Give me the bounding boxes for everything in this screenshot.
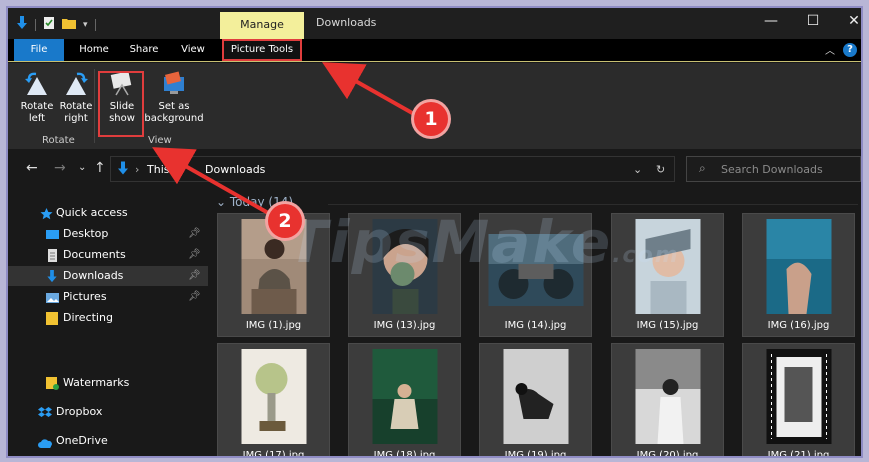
annotation-arrows — [152, 62, 415, 216]
annotation-badge-2: 2 — [268, 204, 302, 238]
arrow-2 — [152, 147, 271, 216]
explorer-window: ▾ Manage Downloads — ☐ ✕ File Home Share… — [6, 6, 863, 458]
arrow-1 — [322, 62, 415, 116]
annotation-badge-1: 1 — [414, 102, 448, 136]
